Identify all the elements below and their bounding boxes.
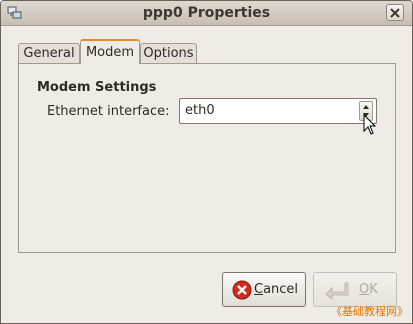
close-button[interactable]	[386, 4, 404, 21]
tab-modem[interactable]: Modem	[80, 39, 140, 64]
modem-settings-heading: Modem Settings	[37, 80, 157, 95]
ethernet-interface-value[interactable]: eth0	[185, 103, 215, 118]
cancel-button[interactable]: Cancel	[222, 272, 306, 307]
cancel-icon	[232, 280, 252, 300]
window-title: ppp0 Properties	[142, 5, 271, 21]
title-bar[interactable]: ppp0 Properties	[1, 1, 412, 26]
network-properties-icon	[7, 5, 23, 21]
ethernet-interface-label: Ethernet interface:	[47, 104, 170, 119]
cancel-button-label: Cancel	[254, 282, 299, 297]
watermark: 《基础教程网》	[331, 305, 408, 318]
ok-arrow-icon	[325, 282, 349, 300]
close-icon	[390, 8, 400, 18]
mouse-cursor-icon	[363, 114, 377, 135]
tab-options[interactable]: Options	[140, 43, 197, 64]
spin-up-icon	[363, 105, 369, 109]
ethernet-interface-spinbox[interactable]: eth0	[179, 98, 377, 124]
properties-dialog: ppp0 Properties General Modem Options Mo…	[0, 0, 413, 324]
ok-button-label: OK	[359, 282, 378, 297]
ok-button[interactable]: OK	[313, 272, 397, 307]
tab-general[interactable]: General	[18, 43, 80, 64]
